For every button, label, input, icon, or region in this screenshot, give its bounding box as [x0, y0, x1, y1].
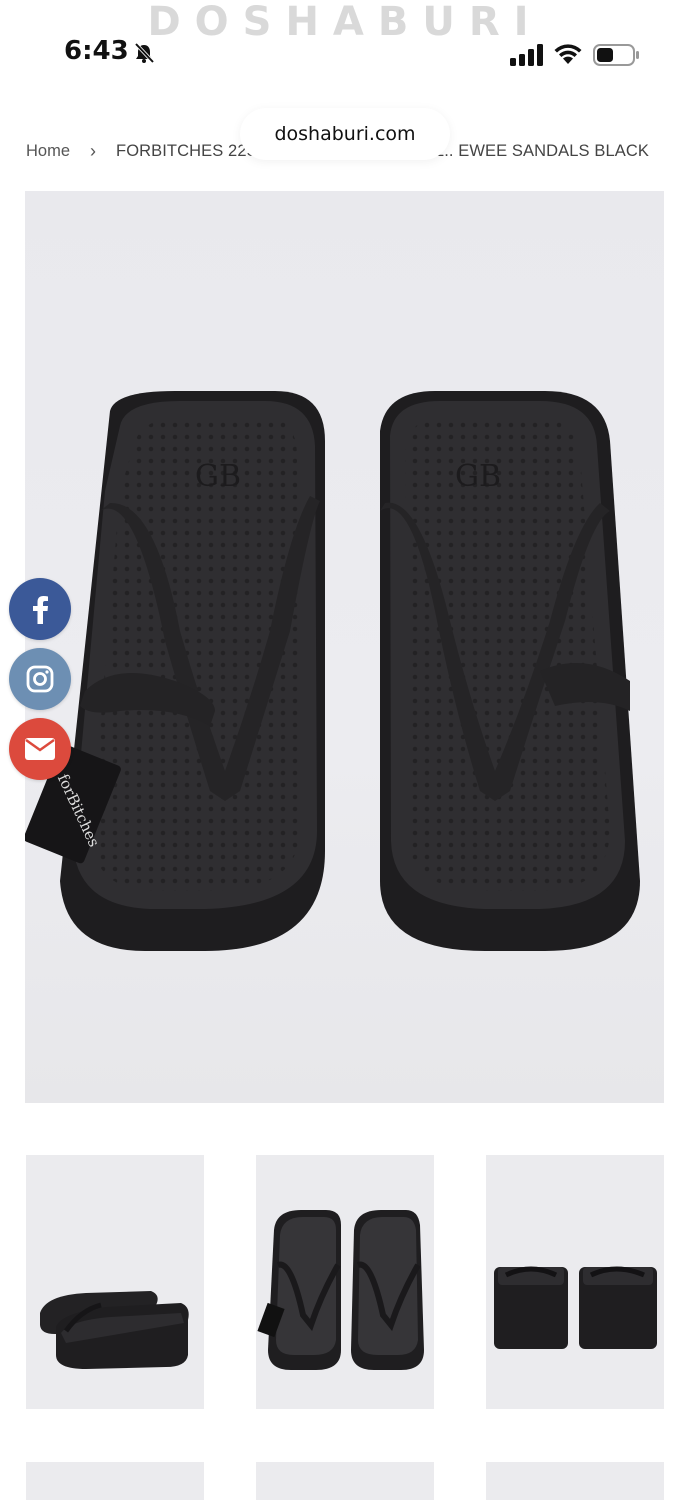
product-thumbnail[interactable]	[26, 1462, 204, 1500]
status-time: 6:43	[64, 36, 129, 66]
breadcrumb-home-link[interactable]: Home	[26, 142, 70, 161]
product-thumbnail-side[interactable]	[26, 1155, 204, 1409]
sandal-back-view	[494, 1266, 657, 1349]
sandal-side-view	[40, 1291, 189, 1369]
wifi-icon	[554, 44, 582, 64]
product-main-image[interactable]: GB forBitches GB	[25, 191, 664, 1103]
facebook-share-button[interactable]	[9, 578, 71, 640]
sole-logo: GB	[455, 459, 501, 494]
sole-logo: GB	[195, 459, 241, 494]
product-thumbnail[interactable]	[486, 1462, 664, 1500]
facebook-icon	[33, 596, 48, 624]
instagram-icon	[26, 665, 54, 693]
mail-icon	[25, 738, 55, 760]
product-thumbnail-top[interactable]	[256, 1155, 434, 1409]
email-share-button[interactable]	[9, 718, 71, 780]
product-thumbnail[interactable]	[256, 1462, 434, 1500]
sandal-pair-top-view: GB forBitches GB	[25, 391, 640, 951]
instagram-share-button[interactable]	[9, 648, 71, 710]
signal-icon	[510, 44, 543, 66]
right-sandal: GB	[380, 391, 640, 951]
status-bar: DOSHABURI 6:43	[0, 0, 690, 110]
breadcrumb-chevron-icon: ›	[90, 141, 97, 161]
url-bar[interactable]: doshaburi.com	[240, 108, 450, 160]
battery-icon	[593, 44, 639, 66]
sandal-top-view	[257, 1210, 424, 1370]
product-thumbnail-back[interactable]	[486, 1155, 664, 1409]
bell-slash-icon	[134, 42, 155, 64]
